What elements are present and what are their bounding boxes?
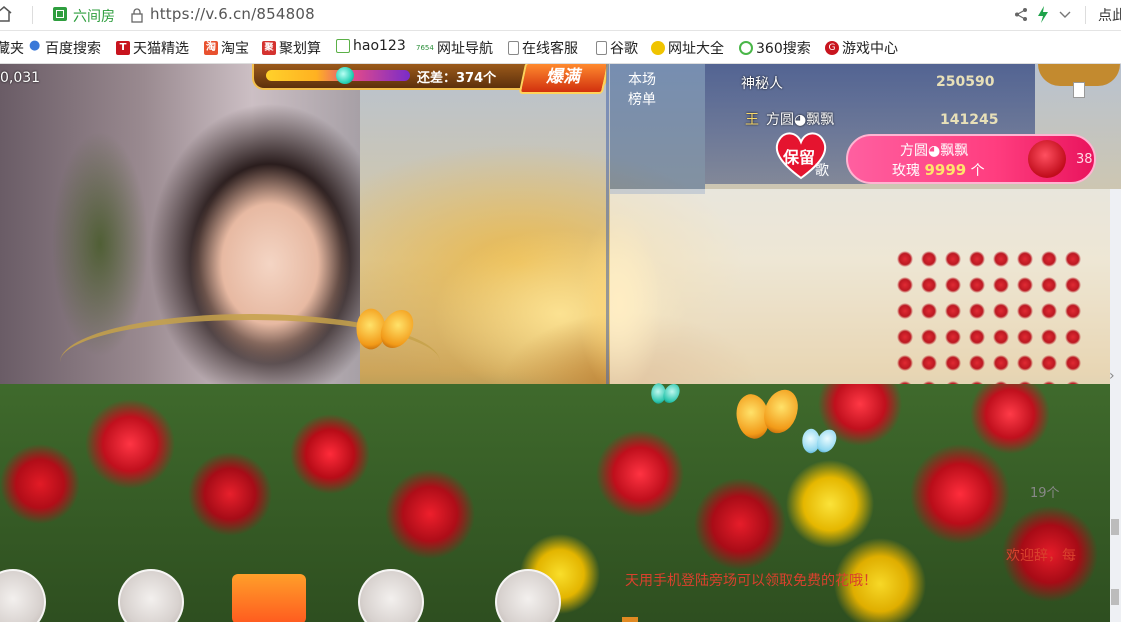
- bookmark-baidu[interactable]: 百度搜索: [28, 38, 101, 58]
- avatar[interactable]: [495, 569, 561, 622]
- popularity-progress: 还差：374个 爆满: [252, 64, 610, 94]
- scrollbar-thumb[interactable]: [1111, 519, 1119, 535]
- bookmark-hao123[interactable]: hao123: [336, 38, 406, 54]
- bookmark-label: 淘宝: [221, 41, 249, 57]
- bookmarks-bar: 藏夹 百度搜索 T 天猫精选 淘 淘宝 聚 聚划算 hao123 7654 网址…: [0, 31, 1121, 64]
- lock-icon[interactable]: [130, 7, 144, 23]
- chat-message-1: 欢迎辞，每: [1006, 548, 1076, 564]
- bookmark-label: 网址大全: [668, 41, 724, 57]
- gift-box-icon[interactable]: [232, 574, 306, 622]
- song-fragment: 歌: [815, 163, 829, 179]
- address-separator: [32, 6, 33, 24]
- bookmark-label: 在线客服: [522, 41, 578, 57]
- share-icon[interactable]: [1014, 7, 1028, 22]
- ranking-name-1[interactable]: 神秘人: [741, 73, 783, 93]
- home-icon[interactable]: [0, 5, 12, 23]
- chevron-down-icon[interactable]: [1059, 9, 1071, 19]
- lightning-icon[interactable]: [1037, 6, 1049, 23]
- address-separator-right: [1085, 6, 1086, 24]
- bookmark-tmall[interactable]: T 天猫精选: [116, 38, 189, 58]
- chevron-right-icon[interactable]: ›: [1109, 368, 1115, 384]
- gift-side-count: 38: [1076, 152, 1093, 167]
- ranking-score-2: 141245: [940, 112, 999, 128]
- chat-message-2: 天用手机登陆旁场可以领取免费的花哦！: [625, 573, 877, 589]
- smiley-icon: [651, 41, 665, 55]
- url-field[interactable]: https://v.6.cn/854808: [150, 5, 315, 23]
- tab-session-ranking[interactable]: 本场榜单: [628, 70, 660, 110]
- site-badge-icon: [53, 7, 67, 21]
- bookmark-game-center[interactable]: G 游戏中心: [825, 38, 898, 58]
- ranking-crown-prefix: 王: [745, 112, 759, 128]
- bookmark-url-directory[interactable]: 网址大全: [651, 38, 724, 58]
- gift-unit: 个: [970, 163, 985, 179]
- live-stage: 0,031 还差：374个 爆满 本场榜单 神秘人 250590 王 方圆◕飘飘…: [0, 64, 1121, 622]
- bookmark-label: 网址导航: [437, 41, 493, 57]
- bookmark-360[interactable]: 360搜索: [739, 38, 811, 58]
- rose-icon: [1028, 140, 1066, 178]
- site-name: 六间房: [73, 9, 115, 25]
- stat-fragment: 19个: [1030, 486, 1060, 501]
- gift-banner: 方圆◕飘飘 玫瑰 9999 个: [846, 134, 1096, 184]
- game-icon: G: [825, 41, 839, 55]
- document-icon: [596, 41, 607, 55]
- progress-knob-icon: [336, 67, 355, 84]
- juhuasuan-icon: 聚: [262, 41, 276, 55]
- progress-remaining-label: 还差：374个: [417, 71, 497, 86]
- avatar[interactable]: [0, 569, 46, 622]
- bookmark-label: 藏夹: [0, 41, 24, 57]
- bookmark-google[interactable]: 谷歌: [596, 38, 638, 58]
- address-bar: 六间房 https://v.6.cn/854808 点此: [0, 0, 1121, 31]
- keep-button[interactable]: 保留: [783, 144, 815, 168]
- scrollbar-thumb[interactable]: [1111, 589, 1119, 605]
- bookmark-7654[interactable]: 7654 网址导航: [416, 38, 493, 58]
- viewer-count: 0,031: [0, 70, 41, 86]
- toolbar-right-label[interactable]: 点此: [1098, 5, 1121, 25]
- 7654-icon: 7654: [416, 44, 434, 52]
- gift-sender: 方圆◕飘飘: [900, 143, 969, 159]
- bookmark-label: 天猫精选: [133, 41, 189, 57]
- butterfly-icon: [799, 427, 839, 459]
- ranking-name-2[interactable]: 方圆◕飘飘: [766, 109, 834, 129]
- gift-name: 玫瑰: [892, 163, 920, 179]
- butterfly-icon: [648, 381, 682, 409]
- baidu-paw-icon: [28, 38, 42, 55]
- lamp-icon: [1073, 82, 1085, 98]
- bookmark-taobao[interactable]: 淘 淘宝: [204, 38, 249, 58]
- bookmark-juhuasuan[interactable]: 聚 聚划算: [262, 38, 321, 58]
- avatar[interactable]: [358, 569, 424, 622]
- document-icon: [508, 41, 519, 55]
- taobao-icon: 淘: [204, 41, 218, 55]
- chat-badge-icon: [622, 617, 638, 622]
- chat-scrollbar[interactable]: [1110, 189, 1121, 622]
- bookmark-label: 百度搜索: [45, 41, 101, 57]
- hao123-icon: [336, 39, 350, 53]
- bookmark-favorites[interactable]: 藏夹: [0, 38, 24, 58]
- 360-icon: [739, 41, 753, 55]
- ranking-score-1: 250590: [936, 74, 995, 90]
- bookmark-label: hao123: [353, 38, 406, 54]
- tmall-icon: T: [116, 41, 130, 55]
- bookmark-label: 聚划算: [279, 41, 321, 57]
- gift-description: 玫瑰 9999 个: [892, 160, 985, 180]
- avatar[interactable]: [118, 569, 184, 622]
- full-house-badge: 爆满: [518, 64, 610, 94]
- bookmark-label: 360搜索: [756, 41, 811, 57]
- bookmark-label: 谷歌: [610, 41, 638, 57]
- butterfly-icon: [728, 386, 808, 452]
- butterfly-icon: [351, 305, 417, 359]
- gift-amount: 9999: [924, 161, 967, 179]
- bookmark-label: 游戏中心: [842, 41, 898, 57]
- bookmark-online-service[interactable]: 在线客服: [508, 38, 578, 58]
